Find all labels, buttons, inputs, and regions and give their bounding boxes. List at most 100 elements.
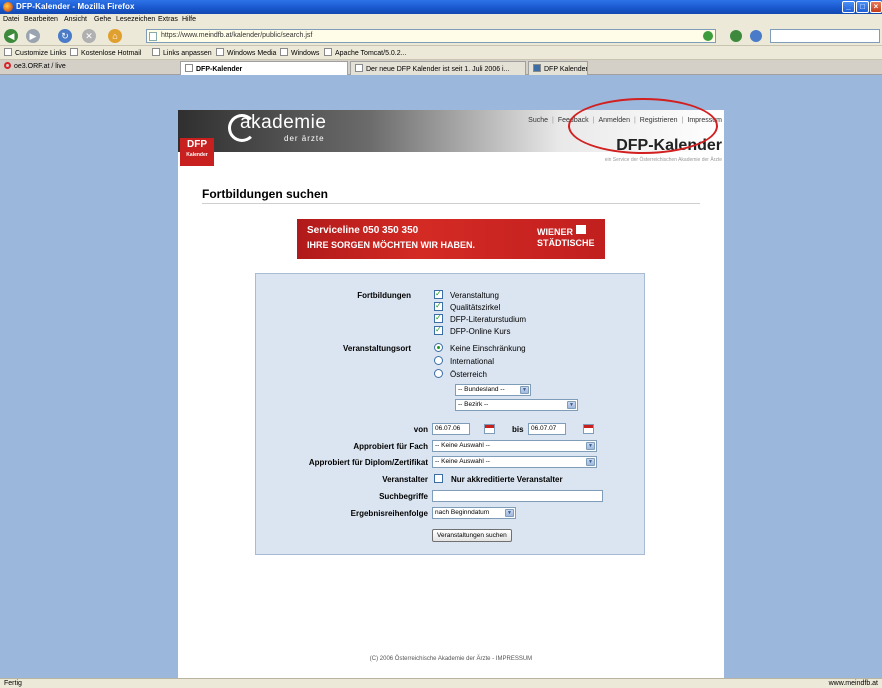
- bookmark-icon: [280, 48, 288, 56]
- bookmark-item[interactable]: Kostenlose Hotmail: [70, 48, 141, 57]
- forward-icon[interactable]: ▶: [26, 29, 40, 43]
- fach-select[interactable]: -- Keine Auswahl -- ▼: [432, 440, 597, 452]
- service-tagline[interactable]: ein Service der Österreichischen Akademi…: [605, 157, 722, 163]
- banner-slogan: IHRE SORGEN MÖCHTEN WIR HABEN.: [307, 240, 476, 250]
- bookmark-item[interactable]: Customize Links: [4, 48, 66, 57]
- page-icon: [185, 64, 193, 72]
- back-icon[interactable]: ◀: [4, 29, 18, 43]
- search-input[interactable]: [770, 29, 880, 43]
- calendar-icon: [533, 64, 541, 72]
- chevron-down-icon: ▼: [505, 509, 514, 517]
- calendar-icon[interactable]: [583, 424, 594, 434]
- radio-international[interactable]: [434, 356, 443, 365]
- suchbegriffe-label: Suchbegriffe: [379, 492, 428, 501]
- window-title: DFP-Kalender - Mozilla Firefox: [16, 2, 135, 11]
- banner-serviceline: Serviceline 050 350 350: [307, 225, 419, 236]
- bookmark-icon: [4, 48, 12, 56]
- nav-suche[interactable]: Suche: [528, 117, 548, 124]
- tab-dfp-kalender[interactable]: DFP-Kalender: [180, 61, 348, 75]
- chevron-down-icon: ▼: [520, 386, 529, 394]
- go-button-icon[interactable]: [730, 30, 742, 42]
- close-button[interactable]: ×: [870, 1, 882, 13]
- live-bookmark-orf[interactable]: oe3.ORF.at / live: [4, 62, 66, 70]
- bookmark-item[interactable]: Windows Media: [216, 48, 276, 57]
- chevron-down-icon: ▼: [586, 458, 595, 466]
- title-divider: [202, 203, 700, 204]
- bookmark-icon: [70, 48, 78, 56]
- bookmark-item[interactable]: Windows: [280, 48, 319, 57]
- suchbegriffe-input[interactable]: [432, 490, 603, 502]
- checkbox-literaturstudium[interactable]: [434, 313, 443, 323]
- site-container: akademie der ärzte DFP Kalender Suche | Fe…: [178, 98, 724, 678]
- veranstaltungsort-label: Veranstaltungsort: [342, 344, 411, 353]
- chevron-down-icon: ▼: [586, 442, 595, 450]
- orf-icon: [4, 62, 11, 69]
- logo-subtitle: der ärzte: [284, 134, 325, 143]
- fortbildungen-label: Fortbildungen: [357, 291, 411, 300]
- site-footer[interactable]: (C) 2006 Österreichische Akademie der Är…: [178, 656, 724, 662]
- checkbox-online-kurs[interactable]: [434, 325, 443, 335]
- menu-ansicht[interactable]: Ansicht: [64, 16, 87, 23]
- menu-gehe[interactable]: Gehe: [94, 16, 111, 23]
- chevron-down-icon: ▼: [567, 401, 576, 409]
- menu-datei[interactable]: Datei: [3, 16, 19, 23]
- bezirk-select[interactable]: -- Bezirk -- ▼: [455, 399, 578, 411]
- maximize-button[interactable]: □: [856, 1, 869, 13]
- option-international: International: [450, 357, 495, 366]
- option-keine-einschraenkung: Keine Einschränkung: [450, 344, 526, 353]
- fach-label: Approbiert für Fach: [353, 442, 428, 451]
- bundesland-select[interactable]: -- Bundesland -- ▼: [455, 384, 531, 396]
- ad-banner[interactable]: Serviceline 050 350 350 IHRE SORGEN MÖCH…: [297, 219, 605, 259]
- radio-keine-einschraenkung[interactable]: [434, 343, 443, 352]
- bis-date-input[interactable]: 06.07.07: [528, 423, 566, 435]
- menu-lesezeichen[interactable]: Lesezeichen: [116, 16, 155, 23]
- navigation-toolbar: ◀ ▶ ↻ ✕ ⌂ https://www.meindfb.at/kalende…: [0, 26, 882, 46]
- calendar-icon[interactable]: [484, 424, 495, 434]
- address-bar[interactable]: https://www.meindfb.at/kalender/public/s…: [146, 29, 716, 43]
- address-url: https://www.meindfb.at/kalender/public/s…: [161, 32, 313, 39]
- window-title-bar[interactable]: DFP-Kalender - Mozilla Firefox _ □ ×: [0, 0, 882, 14]
- reload-icon[interactable]: ↻: [58, 29, 72, 43]
- reihenfolge-label: Ergebnisreihenfolge: [350, 509, 428, 518]
- bookmark-item[interactable]: Links anpassen: [152, 48, 212, 57]
- search-engine-icon[interactable]: [750, 30, 762, 42]
- status-text: Fertig: [4, 680, 22, 687]
- option-veranstaltung: Veranstaltung: [450, 291, 499, 300]
- bookmark-item[interactable]: Apache Tomcat/5.0.2...: [324, 48, 406, 57]
- option-oesterreich: Österreich: [450, 370, 487, 379]
- firefox-icon: [3, 2, 13, 12]
- option-qualitaetszirkel: Qualitätszirkel: [450, 303, 501, 312]
- stop-icon[interactable]: ✕: [82, 29, 96, 43]
- von-label: von: [413, 425, 428, 434]
- veranstalter-label: Veranstalter: [382, 475, 428, 484]
- page-icon: [355, 64, 363, 72]
- menu-extras[interactable]: Extras: [158, 16, 178, 23]
- wiener-staedtische-logo-icon: [576, 225, 586, 234]
- dfp-logo: DFP Kalender: [180, 138, 214, 166]
- banner-brand: WIENER STÄDTISCHE: [537, 225, 595, 248]
- checkbox-qualitaetszirkel[interactable]: [434, 301, 443, 311]
- checkbox-veranstaltung[interactable]: [434, 289, 443, 299]
- minimize-button[interactable]: _: [842, 1, 855, 13]
- radio-oesterreich[interactable]: [434, 369, 443, 378]
- menu-hilfe[interactable]: Hilfe: [182, 16, 196, 23]
- menu-bearbeiten[interactable]: Bearbeiten: [24, 16, 58, 23]
- bookmark-icon: [216, 48, 224, 56]
- reihenfolge-select[interactable]: nach Beginndatum ▼: [432, 507, 516, 519]
- page-icon: [149, 32, 157, 41]
- diplom-select[interactable]: -- Keine Auswahl -- ▼: [432, 456, 597, 468]
- page-title: Fortbildungen suchen: [202, 187, 328, 201]
- search-submit-button[interactable]: Veranstaltungen suchen: [432, 529, 512, 542]
- bis-label: bis: [512, 425, 524, 434]
- search-form: Fortbildungen Veranstaltung Qualitätszir…: [255, 273, 645, 555]
- checkbox-akkreditiert[interactable]: [434, 474, 443, 483]
- option-literaturstudium: DFP-Literaturstudium: [450, 315, 527, 324]
- von-date-input[interactable]: 06.07.06: [432, 423, 470, 435]
- tab-dfp-kalender-2[interactable]: DFP Kalender: [528, 61, 588, 75]
- menu-bar: Datei Bearbeiten Ansicht Gehe Lesezeiche…: [0, 14, 882, 26]
- diplom-label: Approbiert für Diplom/Zertifikat: [308, 458, 428, 467]
- tab-bar: oe3.ORF.at / live DFP-Kalender Der neue …: [0, 60, 882, 75]
- tab-dfp-news[interactable]: Der neue DFP Kalender ist seit 1. Juli 2…: [350, 61, 526, 75]
- home-icon[interactable]: ⌂: [108, 29, 122, 43]
- go-icon[interactable]: [703, 31, 713, 41]
